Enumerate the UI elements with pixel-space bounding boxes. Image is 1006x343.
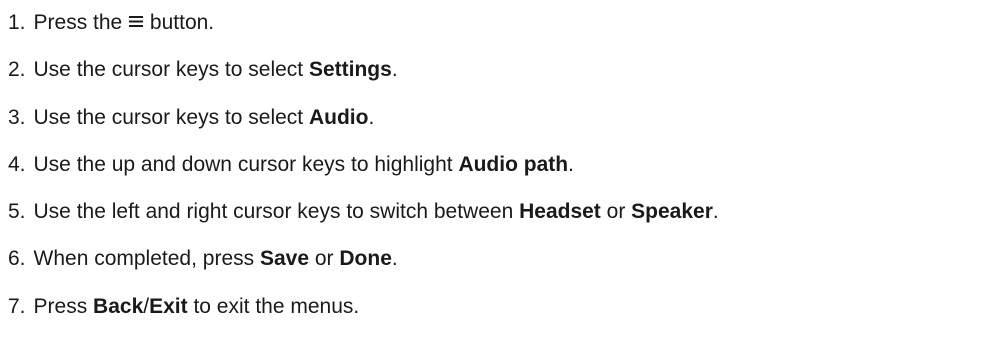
step-text-part: Use the cursor keys to select (33, 58, 304, 82)
step-1: 1. Press the button. (8, 9, 719, 56)
step-text-part: Use the left and right cursor keys to sw… (33, 200, 514, 224)
menu-term: Speaker (631, 200, 713, 224)
step-number: 2. (8, 58, 26, 82)
step-7: 7. Press Back/Exit to exit the menus. (8, 293, 719, 340)
step-text: Press Back/Exit to exit the menus. (34, 295, 360, 318)
step-6: 6. When completed, press Save or Done. (8, 245, 719, 292)
step-text: Use the left and right cursor keys to sw… (34, 200, 719, 223)
step-number: 4. (8, 152, 26, 176)
step-text-part: Use the cursor keys to select (33, 105, 304, 129)
step-2: 2. Use the cursor keys to select Settings… (8, 56, 719, 103)
menu-term: Done (339, 247, 392, 271)
step-text-part: or (314, 247, 334, 271)
step-text-part: When completed, press (33, 247, 255, 271)
step-text: When completed, press Save or Done. (34, 247, 398, 270)
step-number: 5. (8, 200, 26, 224)
step-text-part: Use the up and down cursor keys to highl… (33, 152, 453, 176)
step-text: Use the up and down cursor keys to highl… (34, 153, 574, 176)
step-text-part: Press the (33, 11, 123, 34)
menu-term: Audio path (458, 152, 569, 176)
menu-term: Settings (308, 58, 392, 82)
step-number: 3. (8, 105, 26, 129)
step-text: Use the cursor keys to select Settings. (34, 58, 398, 81)
step-text-part: . (391, 247, 398, 271)
step-text-part: button. (149, 11, 215, 34)
step-text: Use the cursor keys to select Audio. (34, 106, 375, 129)
step-5: 5. Use the left and right cursor keys to … (8, 198, 719, 245)
menu-term: Back (93, 294, 144, 318)
step-text-part: . (712, 200, 719, 224)
menu-term: Save (259, 247, 310, 271)
step-text-part: Press (33, 294, 88, 318)
step-number: 7. (8, 294, 26, 318)
step-text-part: to exit the menus. (193, 294, 360, 318)
step-text-part: or (606, 200, 626, 224)
menu-term: Audio (308, 105, 369, 129)
step-4: 4. Use the up and down cursor keys to hig… (8, 151, 719, 198)
instruction-list: 1. Press the button. 2. Use the cursor key… (8, 9, 719, 340)
step-text-part: . (368, 105, 375, 129)
menu-term: Exit (149, 294, 188, 318)
step-number: 1. (8, 11, 26, 34)
step-text-part: . (568, 152, 574, 176)
menu-term: Headset (519, 200, 601, 224)
step-3: 3. Use the cursor keys to select Audio. (8, 104, 719, 151)
step-text: Press the button. (34, 11, 215, 34)
menu-icon (129, 16, 144, 27)
step-text-part: . (391, 58, 398, 82)
step-number: 6. (8, 247, 26, 271)
